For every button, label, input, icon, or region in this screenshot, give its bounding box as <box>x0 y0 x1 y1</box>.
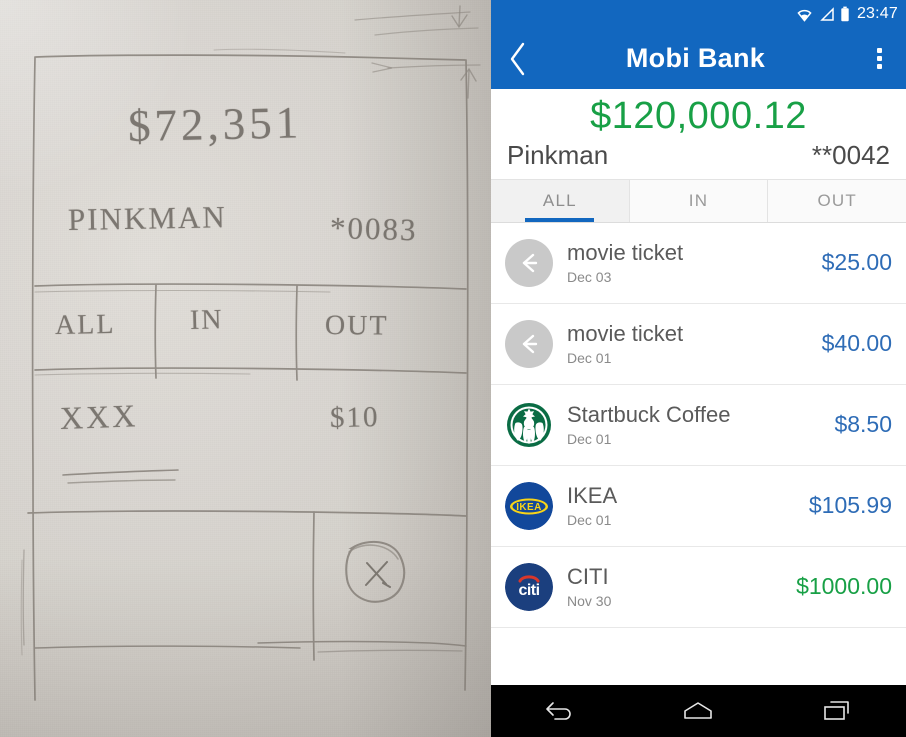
signal-icon <box>819 6 835 22</box>
transaction-row[interactable]: movie ticket Dec 01 $40.00 <box>491 303 906 385</box>
tab-out[interactable]: OUT <box>768 179 906 222</box>
overflow-dot <box>876 48 882 53</box>
battery-icon <box>840 6 850 22</box>
overflow-menu-button[interactable] <box>852 28 906 89</box>
transaction-info: IKEA Dec 01 <box>567 483 801 527</box>
tab-in-label: IN <box>688 190 709 210</box>
sketch-row-amount: $10 <box>329 401 380 434</box>
tab-all-label: ALL <box>542 190 577 210</box>
transaction-row[interactable]: IKEA IKEA Dec 01 $105.99 <box>491 465 906 547</box>
transaction-title: movie ticket <box>567 240 684 266</box>
transaction-row[interactable]: movie ticket Dec 03 $25.00 <box>491 222 906 304</box>
transaction-title: IKEA <box>567 483 618 509</box>
android-navigation-bar <box>491 685 906 737</box>
filter-tabs: ALL IN OUT <box>491 178 906 223</box>
chevron-left-icon <box>510 42 525 75</box>
transaction-amount: $40.00 <box>821 330 892 357</box>
tab-out-label: OUT <box>817 190 857 210</box>
account-balance: $120,000.12 <box>590 95 807 137</box>
transaction-row[interactable]: Startbuck Coffee Dec 01 $8.50 <box>491 384 906 466</box>
transaction-list: movie ticket Dec 03 $25.00 movie ticket … <box>491 222 906 685</box>
wifi-icon <box>795 7 814 22</box>
transaction-info: Startbuck Coffee Dec 01 <box>567 402 826 446</box>
transaction-date: Dec 03 <box>567 268 612 285</box>
transaction-title: Startbuck Coffee <box>567 402 731 428</box>
sketch-account-number: *0083 <box>329 210 418 248</box>
overflow-dot <box>876 56 882 61</box>
transaction-date: Dec 01 <box>567 430 612 447</box>
tab-in[interactable]: IN <box>629 179 769 222</box>
tab-all[interactable]: ALL <box>491 179 630 222</box>
citi-logo: citi <box>505 562 553 611</box>
transaction-date: Dec 01 <box>567 349 612 366</box>
transaction-amount: $25.00 <box>821 249 892 276</box>
sketch-tab-out: OUT <box>324 310 389 342</box>
screenshot-root: $72,351 PINKMAN *0083 ALL IN OUT XXX $10 <box>0 0 906 737</box>
svg-text:citi: citi <box>518 582 539 599</box>
starbucks-logo <box>505 400 553 449</box>
transaction-title: CITI <box>567 564 609 590</box>
back-button[interactable] <box>491 28 545 89</box>
sketch-tab-in: IN <box>189 304 224 336</box>
status-bar: 23:47 <box>491 0 906 28</box>
transaction-info: movie ticket Dec 03 <box>567 240 814 284</box>
status-bar-clock: 23:47 <box>856 5 898 22</box>
transaction-info: movie ticket Dec 01 <box>567 321 814 365</box>
account-number-masked: **0042 <box>811 139 890 170</box>
back-nav-icon <box>546 702 571 720</box>
recents-nav-icon <box>824 701 849 720</box>
app-title: Mobi Bank <box>625 43 766 73</box>
paper-sketch-photo: $72,351 PINKMAN *0083 ALL IN OUT XXX $10 <box>0 0 491 737</box>
phone-screenshot: 23:47 Mobi Bank $120,000.12 Pinkman **00… <box>491 0 906 737</box>
transaction-row[interactable]: citi CITI Nov 30 $1000.00 <box>491 546 906 628</box>
account-holder-name: Pinkman <box>507 139 609 170</box>
sketch-balance-text: $72,351 <box>127 97 303 151</box>
transaction-amount: $105.99 <box>808 492 892 519</box>
svg-text:IKEA: IKEA <box>516 502 542 513</box>
transaction-amount: $8.50 <box>834 411 892 438</box>
sketch-row-placeholder: XXX <box>59 397 139 436</box>
transaction-date: Nov 30 <box>567 592 612 609</box>
sketch-tab-all: ALL <box>54 308 116 341</box>
transaction-title: movie ticket <box>567 321 684 347</box>
ikea-logo: IKEA <box>505 481 553 530</box>
transaction-amount: $1000.00 <box>796 573 892 600</box>
sketch-account-name: PINKMAN <box>67 199 227 237</box>
home-nav-icon <box>684 702 713 719</box>
transaction-date: Dec 01 <box>567 511 612 528</box>
nav-back-button[interactable] <box>525 685 595 737</box>
overflow-dot <box>876 64 882 69</box>
nav-recents-button[interactable] <box>802 685 872 737</box>
account-detail-row: Pinkman **0042 <box>507 140 890 171</box>
transaction-info: CITI Nov 30 <box>567 564 788 608</box>
app-bar: Mobi Bank <box>491 28 906 89</box>
arrow-left-icon <box>505 319 553 368</box>
nav-home-button[interactable] <box>663 685 733 737</box>
arrow-left-icon <box>505 238 553 287</box>
account-summary: $120,000.12 Pinkman **0042 <box>491 89 906 179</box>
